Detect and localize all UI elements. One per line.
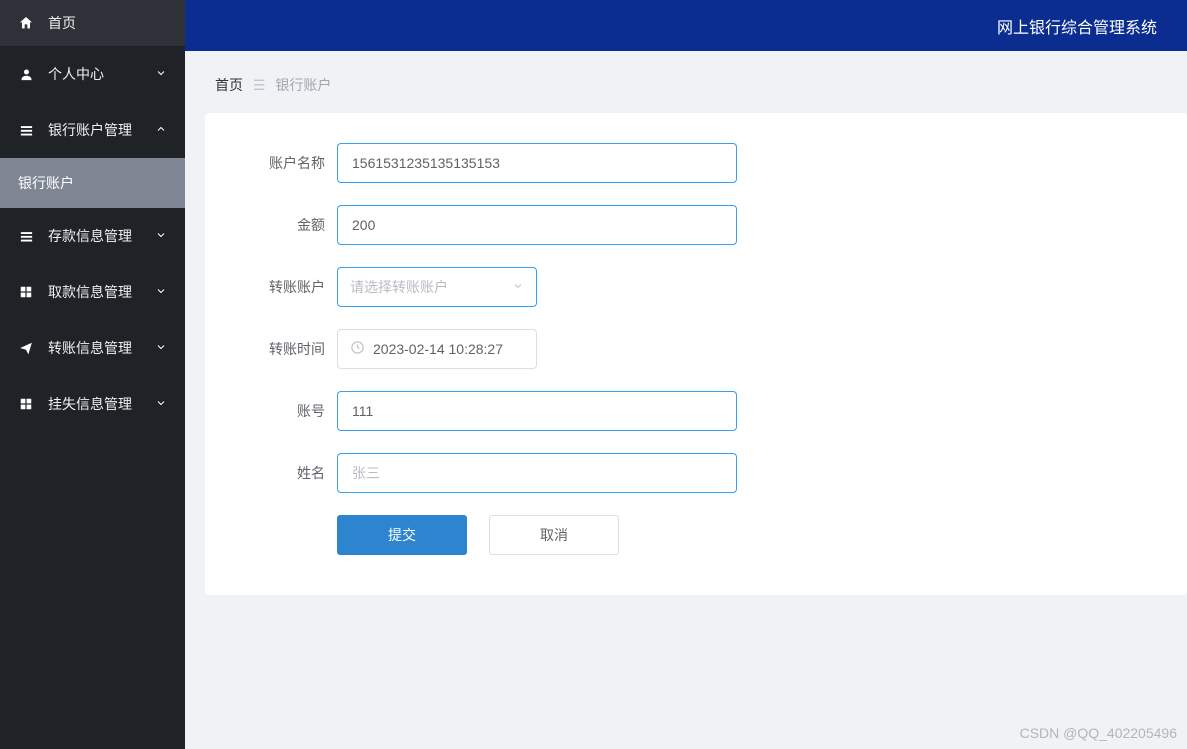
- menu-transfer-mgmt[interactable]: 转账信息管理: [0, 320, 185, 376]
- menu-deposit-mgmt[interactable]: 存款信息管理: [0, 208, 185, 264]
- chevron-down-icon: [155, 340, 167, 356]
- row-amount: 金额: [245, 205, 1147, 245]
- content: 首页 ☰ 银行账户 账户名称 金额 转账账户 请选择转账账户 转账时间: [185, 51, 1187, 749]
- label-transfer-time: 转账时间: [245, 339, 325, 359]
- clock-icon: [350, 340, 365, 358]
- menu-label: 银行账户管理: [48, 120, 132, 140]
- row-transfer-account: 转账账户 请选择转账账户: [245, 267, 1147, 307]
- menu-home[interactable]: 首页: [0, 0, 185, 46]
- row-account-name: 账户名称: [245, 143, 1147, 183]
- menu-home-label: 首页: [48, 13, 76, 33]
- label-account-no: 账号: [245, 401, 325, 421]
- menu-personal-center[interactable]: 个人中心: [0, 46, 185, 102]
- input-account-no[interactable]: [337, 391, 737, 431]
- datepicker-transfer-time[interactable]: 2023-02-14 10:28:27: [337, 329, 537, 369]
- grid-icon: [18, 397, 34, 411]
- menu-withdraw-mgmt[interactable]: 取款信息管理: [0, 264, 185, 320]
- send-icon: [18, 341, 34, 355]
- menu-label: 存款信息管理: [48, 226, 132, 246]
- breadcrumb-sep: ☰: [253, 77, 266, 93]
- home-icon: [18, 15, 34, 31]
- chevron-down-icon: [155, 66, 167, 82]
- menu-label: 挂失信息管理: [48, 394, 132, 414]
- label-name: 姓名: [245, 463, 325, 483]
- chevron-down-icon: [155, 396, 167, 412]
- watermark: CSDN @QQ_402205496: [1020, 725, 1177, 741]
- chevron-up-icon: [155, 122, 167, 138]
- submenu-bank-account[interactable]: 银行账户: [0, 158, 185, 208]
- label-amount: 金额: [245, 215, 325, 235]
- input-account-name[interactable]: [337, 143, 737, 183]
- user-icon: [18, 67, 34, 82]
- submenu-label: 银行账户: [18, 173, 74, 193]
- row-account-no: 账号: [245, 391, 1147, 431]
- date-value: 2023-02-14 10:28:27: [373, 341, 503, 357]
- input-amount[interactable]: [337, 205, 737, 245]
- breadcrumb-current: 银行账户: [275, 77, 331, 93]
- menu-label: 取款信息管理: [48, 282, 132, 302]
- header-title: 网上银行综合管理系统: [997, 14, 1157, 38]
- cancel-button[interactable]: 取消: [489, 515, 619, 555]
- chevron-down-icon: [155, 228, 167, 244]
- menu-label: 转账信息管理: [48, 338, 132, 358]
- chevron-down-icon: [155, 284, 167, 300]
- row-name: 姓名: [245, 453, 1147, 493]
- select-transfer-account[interactable]: 请选择转账账户: [337, 267, 537, 307]
- select-placeholder: 请选择转账账户: [350, 277, 448, 297]
- breadcrumb-home[interactable]: 首页: [215, 77, 243, 93]
- header: 网上银行综合管理系统: [185, 0, 1187, 51]
- list-icon: [18, 123, 34, 138]
- form-card: 账户名称 金额 转账账户 请选择转账账户 转账时间 2023-02-14 10:: [205, 113, 1187, 595]
- menu-loss-mgmt[interactable]: 挂失信息管理: [0, 376, 185, 432]
- label-transfer-account: 转账账户: [245, 277, 325, 297]
- sidebar: 首页 个人中心 银行账户管理 银行账户 存款信息管理: [0, 0, 185, 749]
- input-name[interactable]: [337, 453, 737, 493]
- label-account-name: 账户名称: [245, 153, 325, 173]
- chevron-down-icon: [512, 279, 524, 295]
- button-row: 提交 取消: [337, 515, 1147, 555]
- menu-label: 个人中心: [48, 64, 104, 84]
- list-icon: [18, 229, 34, 244]
- submit-button[interactable]: 提交: [337, 515, 467, 555]
- row-transfer-time: 转账时间 2023-02-14 10:28:27: [245, 329, 1147, 369]
- grid-icon: [18, 285, 34, 299]
- breadcrumb: 首页 ☰ 银行账户: [185, 51, 1187, 113]
- menu-bank-account-mgmt[interactable]: 银行账户管理: [0, 102, 185, 158]
